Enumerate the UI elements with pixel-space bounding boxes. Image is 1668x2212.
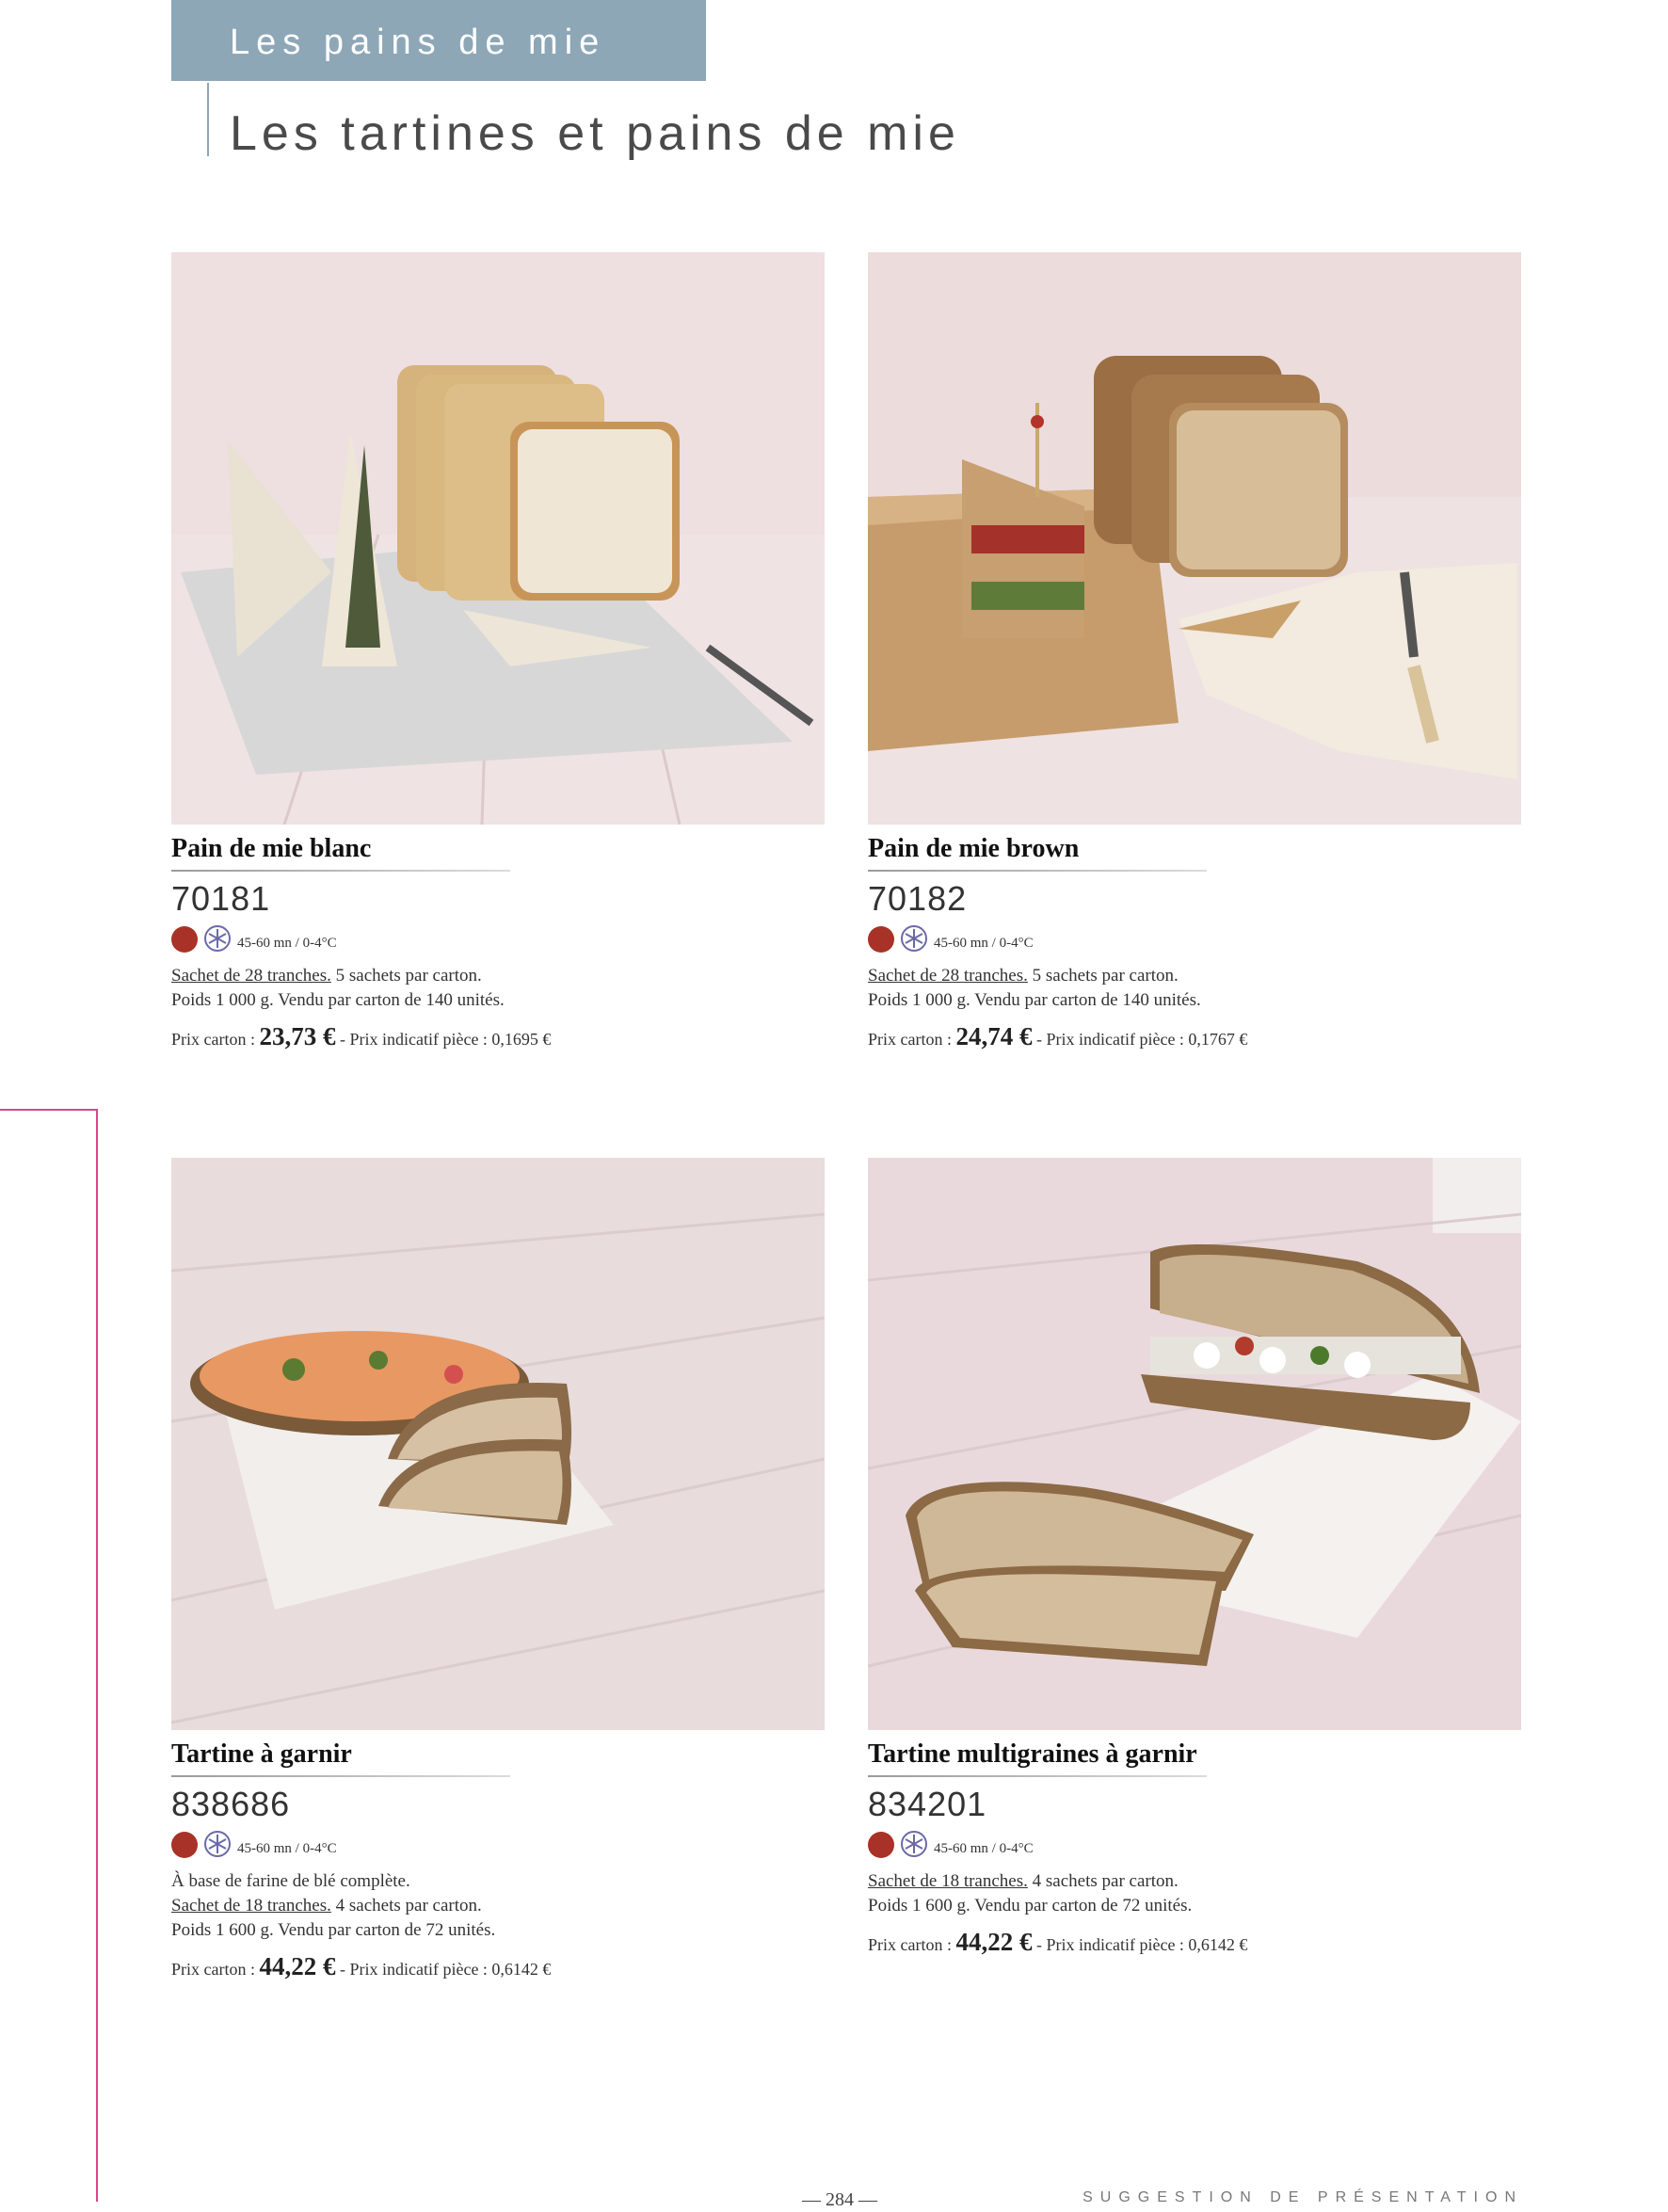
white-sandwich-bread-illustration: [171, 252, 825, 825]
weight-line: Poids 1 000 g. Vendu par carton de 140 u…: [868, 990, 1201, 1010]
snowflake-icon: [204, 925, 231, 952]
product-name: Tartine multigraines à garnir: [868, 1739, 1197, 1769]
packaging-sachet: Sachet de 28 tranches.: [868, 966, 1028, 986]
margin-line-vertical: [96, 1109, 98, 2202]
tartine-photo: [171, 1158, 825, 1730]
title-underline: [171, 870, 510, 872]
title-underline: [171, 1775, 510, 1777]
product-code: 834201: [868, 1785, 987, 1823]
page-number: — 284 —: [802, 2189, 877, 2210]
product-code: 70182: [868, 879, 968, 918]
page-subtitle: Les tartines et pains de mie: [230, 106, 960, 161]
margin-line-horizontal: [0, 1109, 98, 1111]
snowflake-icon: [204, 1831, 231, 1857]
section-title: Les pains de mie: [230, 23, 606, 62]
product-name: Pain de mie brown: [868, 834, 1080, 863]
price-value: 44,22 €: [259, 1952, 336, 1980]
packaging-sachet: Sachet de 18 tranches.: [868, 1871, 1028, 1891]
packaging-carton: 5 sachets par carton.: [1027, 966, 1179, 986]
product-name: Pain de mie blanc: [171, 834, 372, 863]
unit-price: - Prix indicatif pièce : 0,1767 €: [1032, 1030, 1248, 1049]
product-code: 838686: [171, 1785, 291, 1823]
packaging-carton: 4 sachets par carton.: [1027, 1871, 1179, 1891]
thaw-time-temperature: 45-60 mn / 0-4°C: [934, 936, 1034, 951]
thawing-dot-icon: [868, 1832, 894, 1858]
tartine-illustration: [171, 1158, 825, 1730]
unit-price: - Prix indicatif pièce : 0,1695 €: [335, 1030, 552, 1049]
thawing-dot-icon: [868, 926, 894, 953]
price-label: Prix carton :: [171, 1030, 260, 1049]
price-label: Prix carton :: [171, 1960, 260, 1979]
packaging-line: Sachet de 28 tranches. 5 sachets par car…: [171, 964, 482, 988]
thaw-time-temperature: 45-60 mn / 0-4°C: [934, 1841, 1034, 1856]
packaging-carton: 4 sachets par carton.: [330, 1896, 482, 1915]
price-label: Prix carton :: [868, 1935, 956, 1954]
brown-sandwich-bread-illustration: [868, 252, 1521, 825]
multigrain-tartine-illustration: [868, 1158, 1521, 1730]
packaging-line: Sachet de 18 tranches. 4 sachets par car…: [868, 1869, 1179, 1894]
packaging-line: Sachet de 18 tranches. 4 sachets par car…: [171, 1894, 482, 1918]
section-tab: Les pains de mie: [171, 0, 706, 81]
title-underline: [868, 870, 1207, 872]
weight-line: Poids 1 600 g. Vendu par carton de 72 un…: [868, 1896, 1193, 1915]
packaging-sachet: Sachet de 28 tranches.: [171, 966, 331, 986]
packaging-carton: 5 sachets par carton.: [330, 966, 482, 986]
subtitle-accent-bar: [207, 83, 209, 156]
unit-price: - Prix indicatif pièce : 0,6142 €: [1032, 1935, 1248, 1954]
thawing-dot-icon: [171, 926, 198, 953]
price-value: 23,73 €: [259, 1022, 336, 1050]
unit-price: - Prix indicatif pièce : 0,6142 €: [335, 1960, 552, 1979]
packaging-sachet: Sachet de 18 tranches.: [171, 1896, 331, 1915]
thaw-time-temperature: 45-60 mn / 0-4°C: [237, 1841, 337, 1856]
footer-note: SUGGESTION DE PRÉSENTATION: [1083, 2189, 1523, 2205]
price-line: Prix carton : 44,22 € - Prix indicatif p…: [868, 1928, 1247, 1957]
price-label: Prix carton :: [868, 1030, 956, 1049]
white-sandwich-bread-photo: [171, 252, 825, 825]
snowflake-icon: [901, 925, 927, 952]
packaging-line: Sachet de 28 tranches. 5 sachets par car…: [868, 964, 1179, 988]
brown-sandwich-bread-photo: [868, 252, 1521, 825]
price-line: Prix carton : 23,73 € - Prix indicatif p…: [171, 1022, 551, 1051]
title-underline: [868, 1775, 1207, 1777]
thaw-time-temperature: 45-60 mn / 0-4°C: [237, 936, 337, 951]
product-code: 70181: [171, 879, 271, 918]
weight-line: Poids 1 600 g. Vendu par carton de 72 un…: [171, 1920, 496, 1940]
snowflake-icon: [901, 1831, 927, 1857]
price-line: Prix carton : 24,74 € - Prix indicatif p…: [868, 1022, 1247, 1051]
price-line: Prix carton : 44,22 € - Prix indicatif p…: [171, 1952, 551, 1981]
weight-line: Poids 1 000 g. Vendu par carton de 140 u…: [171, 990, 505, 1010]
multigrain-tartine-photo: [868, 1158, 1521, 1730]
price-value: 24,74 €: [955, 1022, 1033, 1050]
price-value: 44,22 €: [955, 1928, 1033, 1956]
page-number-value: 284: [826, 2189, 854, 2210]
product-name: Tartine à garnir: [171, 1739, 352, 1769]
composition-line: À base de farine de blé complète.: [171, 1871, 410, 1891]
thawing-dot-icon: [171, 1832, 198, 1858]
